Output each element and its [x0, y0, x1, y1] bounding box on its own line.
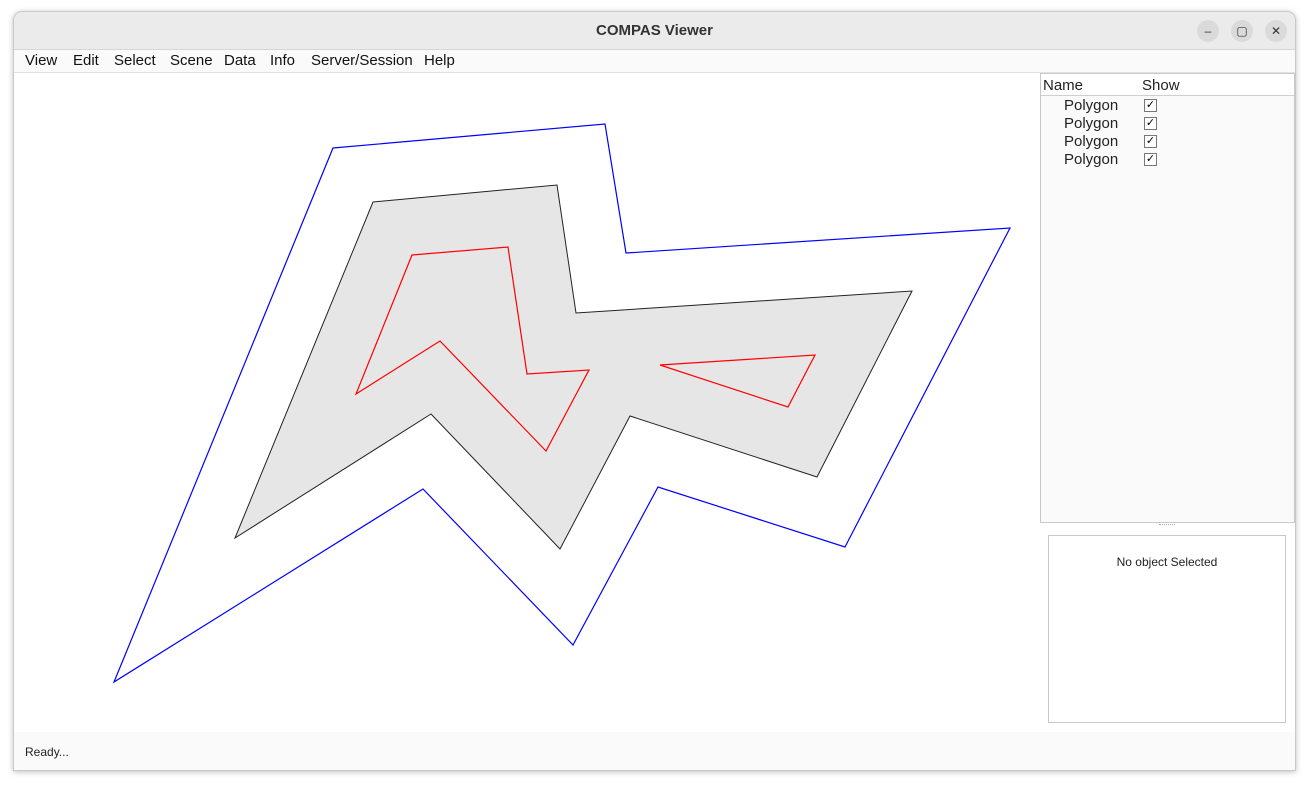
menu-select[interactable]: Select — [114, 52, 156, 69]
title-bar: COMPAS Viewer – ▢ ✕ — [14, 12, 1295, 50]
tree-item-label: Polygon — [1064, 115, 1118, 132]
tree-row[interactable]: Polygon ✓ — [1041, 151, 1294, 169]
show-checkbox[interactable]: ✓ — [1144, 99, 1157, 112]
tree-header: Name Show — [1041, 74, 1294, 96]
column-show-header[interactable]: Show — [1142, 77, 1180, 94]
menu-help[interactable]: Help — [424, 52, 455, 69]
column-name-header[interactable]: Name — [1043, 77, 1083, 94]
menu-edit[interactable]: Edit — [73, 52, 99, 69]
scene-canvas[interactable] — [14, 73, 1037, 732]
status-bar: Ready... — [14, 732, 1295, 770]
minimize-button[interactable]: – — [1197, 20, 1219, 42]
minimize-icon: – — [1205, 24, 1212, 38]
filled-polygon[interactable] — [235, 185, 912, 549]
show-checkbox[interactable]: ✓ — [1144, 135, 1157, 148]
close-icon: ✕ — [1271, 24, 1281, 38]
tree-row[interactable]: Polygon ✓ — [1041, 97, 1294, 115]
tree-item-label: Polygon — [1064, 151, 1118, 168]
menu-bar: View Edit Select Scene Data Info Server/… — [14, 50, 1295, 73]
properties-panel: No object Selected — [1048, 535, 1286, 723]
tree-row[interactable]: Polygon ✓ — [1041, 115, 1294, 133]
app-window: COMPAS Viewer – ▢ ✕ View Edit Select Sce… — [13, 11, 1296, 771]
close-button[interactable]: ✕ — [1265, 20, 1287, 42]
menu-server-session[interactable]: Server/Session — [311, 52, 413, 69]
show-checkbox[interactable]: ✓ — [1144, 153, 1157, 166]
window-title: COMPAS Viewer — [14, 12, 1295, 49]
maximize-button[interactable]: ▢ — [1231, 20, 1253, 42]
menu-data[interactable]: Data — [224, 52, 256, 69]
menu-view[interactable]: View — [25, 52, 57, 69]
tree-item-label: Polygon — [1064, 133, 1118, 150]
3d-viewport[interactable] — [14, 73, 1037, 732]
maximize-icon: ▢ — [1236, 24, 1247, 38]
tree-item-label: Polygon — [1064, 97, 1118, 114]
panel-splitter-handle[interactable] — [1159, 524, 1175, 527]
show-checkbox[interactable]: ✓ — [1144, 117, 1157, 130]
no-selection-message: No object Selected — [1049, 555, 1285, 569]
scene-tree-panel: Name Show Polygon ✓ Polygon ✓ Polygon ✓ … — [1040, 73, 1295, 523]
tree-row[interactable]: Polygon ✓ — [1041, 133, 1294, 151]
status-text: Ready... — [25, 745, 69, 759]
menu-scene[interactable]: Scene — [170, 52, 213, 69]
menu-info[interactable]: Info — [270, 52, 295, 69]
